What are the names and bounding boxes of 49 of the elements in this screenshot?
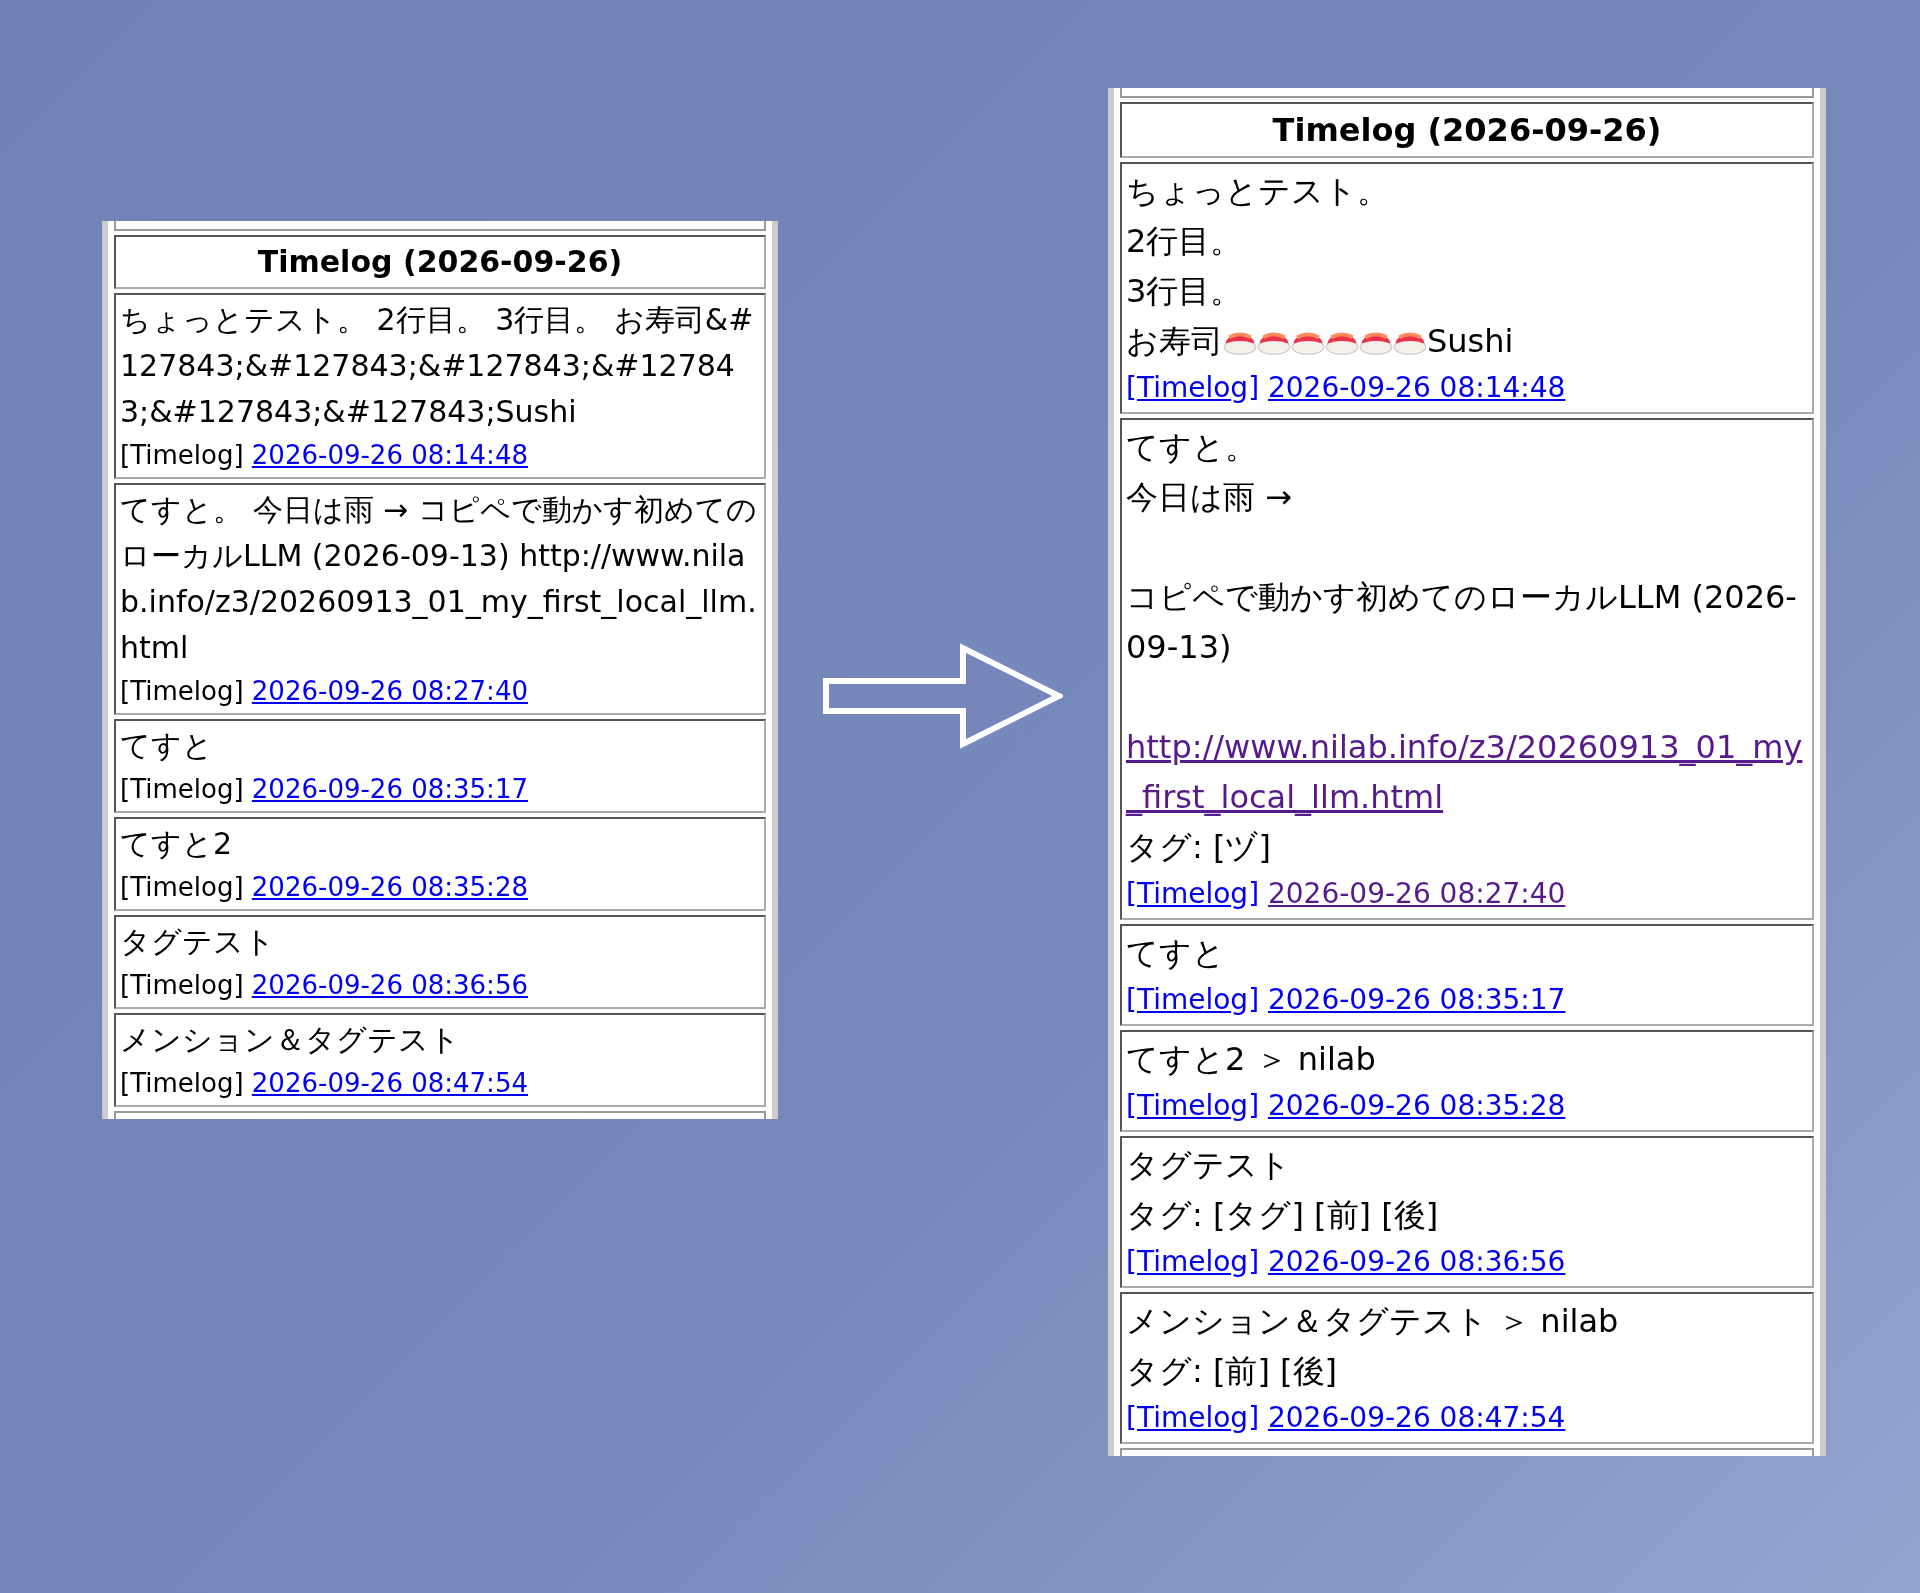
timestamp-link[interactable]: 2026-09-26 08:35:28 (251, 872, 528, 902)
entry-text: てすと。 (1126, 427, 1258, 468)
entry-text: 2行目。 (1126, 221, 1244, 262)
timestamp-link[interactable]: 2026-09-26 08:35:28 (1267, 1089, 1566, 1122)
source-link[interactable]: [Timelog] (1126, 1401, 1260, 1434)
timestamp-link[interactable]: 2026-09-26 08:47:54 (1267, 1401, 1566, 1434)
entry-text: メンション＆タグテスト ＞ nilab (1126, 1301, 1620, 1342)
entry-text: 3行目。 (1126, 271, 1244, 312)
timestamp-link[interactable]: 2026-09-26 08:27:40 (251, 676, 528, 706)
timestamp-link[interactable]: 2026-09-26 08:36:56 (251, 970, 528, 1000)
source-link[interactable]: [Timelog] (1126, 983, 1260, 1016)
source-link[interactable]: [Timelog] (1126, 371, 1260, 404)
entry-text: タグ: [タグ] [前] [後] (1126, 1195, 1440, 1236)
source-label: [Timelog] (120, 1068, 244, 1098)
entry-text: タグテスト (120, 923, 276, 961)
entry-text: ちょっとテスト。 2行目。 3行目。 お寿司&#127843;&#127843;&#127843;&#127843;&#127843;&#127843;Sushi (120, 301, 755, 431)
entry-text: タグテスト (1126, 1145, 1292, 1186)
source-link[interactable]: [Timelog] (1126, 1245, 1260, 1278)
table-heading: Timelog (2026-09-26) (114, 235, 766, 289)
timestamp-link[interactable]: 2026-09-26 08:36:56 (1267, 1245, 1566, 1278)
right-arrow-icon (823, 643, 1063, 749)
timestamp-link[interactable]: 2026-09-26 08:35:17 (1267, 983, 1566, 1016)
url-link[interactable]: http://www.nilab.info/z3/20260913_01_my_first_local_llm.html (1126, 722, 1808, 822)
entry-text: タグ: [ヅ] (1126, 827, 1272, 868)
source-label: [Timelog] (120, 774, 244, 804)
entry-text: タグ: [前] [後] (1126, 1351, 1339, 1392)
entry-text: ちょっとテスト。 (1126, 171, 1390, 212)
entry-text: てすと2 ＞ nilab (1126, 1039, 1377, 1080)
timestamp-link[interactable]: 2026-09-26 08:47:54 (251, 1068, 528, 1098)
source-label: [Timelog] (120, 872, 244, 902)
timestamp-link[interactable]: 2026-09-26 08:27:40 (1267, 877, 1566, 910)
entry-text: 今日は雨 → (1126, 477, 1293, 518)
timestamp-link[interactable]: 2026-09-26 08:14:48 (1267, 371, 1566, 404)
entry-text: てすと。 今日は雨 → コピペで動かす初めてのローカルLLM (2026-09-13) http://www.nilab.info/z3/20260913_01_my_first_local_llm.html (120, 491, 758, 667)
source-label: [Timelog] (120, 440, 244, 470)
entry-text: メンション＆タグテスト (120, 1021, 461, 1059)
entry-text: てすと2 (120, 825, 234, 863)
entry-text: Sushi (1427, 322, 1514, 360)
timestamp-link[interactable]: 2026-09-26 08:14:48 (251, 440, 528, 470)
entry-text: お寿司 (1126, 322, 1223, 360)
entry-text: てすと (1126, 933, 1226, 974)
table-heading: Timelog (2026-09-26) (1120, 102, 1814, 158)
source-label: [Timelog] (120, 676, 244, 706)
entry-text: コピペで動かす初めてのローカルLLM (2026-09-13) (1126, 577, 1798, 668)
source-label: [Timelog] (120, 970, 244, 1000)
source-link[interactable]: [Timelog] (1126, 877, 1260, 910)
source-link[interactable]: [Timelog] (1126, 1089, 1260, 1122)
timestamp-link[interactable]: 2026-09-26 08:35:17 (251, 774, 528, 804)
entry-text: てすと (120, 727, 214, 765)
